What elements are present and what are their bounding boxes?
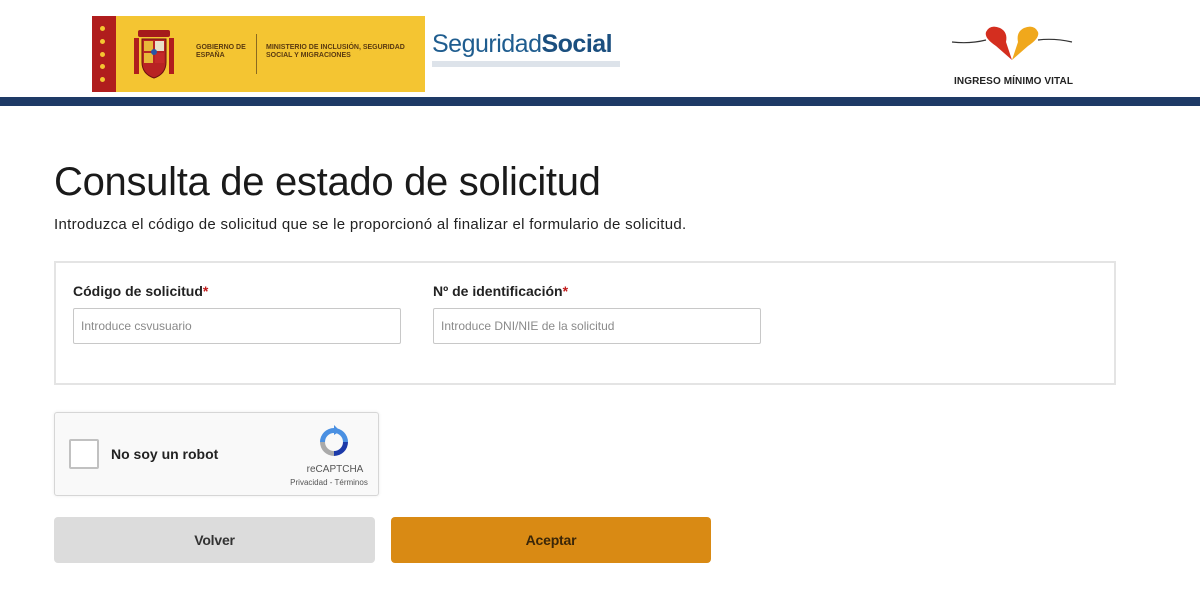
code-input[interactable] [73, 308, 401, 344]
government-name: GOBIERNO DE ESPAÑA [196, 44, 246, 59]
ingreso-minimo-vital-label: INGRESO MÍNIMO VITAL [954, 76, 1074, 87]
accept-button[interactable]: Aceptar [391, 517, 711, 563]
logo-underline [432, 61, 620, 67]
page-subtitle: Introduzca el código de solicitud que se… [54, 216, 687, 233]
code-label: Código de solicitud* [73, 283, 208, 299]
ss-logo-part1: Seguridad [432, 30, 542, 58]
coat-of-arms-icon [134, 30, 174, 79]
ministry-name: MINISTERIO DE INCLUSIÓN, SEGURIDAD SOCIA… [266, 44, 405, 59]
government-logo[interactable]: GOBIERNO DE ESPAÑA MINISTERIO DE INCLUSI… [92, 16, 425, 92]
heart-hands-icon [951, 26, 1073, 61]
site-header: GOBIERNO DE ESPAÑA MINISTERIO DE INCLUSI… [0, 0, 1200, 106]
flag-stripe [92, 16, 116, 92]
header-bar [0, 97, 1200, 106]
recaptcha-icon [320, 425, 348, 456]
recaptcha-label: No soy un robot [111, 446, 219, 462]
form-panel: Código de solicitud* Nº de identificació… [54, 261, 1116, 385]
recaptcha-widget: No soy un robot reCAPTCHA Privacidad - T… [54, 412, 379, 496]
id-input[interactable] [433, 308, 761, 344]
required-mark: * [562, 283, 569, 299]
recaptcha-checkbox[interactable] [69, 439, 99, 469]
recaptcha-links[interactable]: Privacidad - Términos [281, 478, 377, 487]
required-mark: * [202, 283, 209, 299]
back-button[interactable]: Volver [54, 517, 375, 563]
page-title: Consulta de estado de solicitud [54, 160, 601, 204]
divider [256, 34, 257, 74]
ss-logo-part2: Social [541, 30, 613, 58]
id-label: Nº de identificación* [433, 283, 568, 299]
code-label-text: Código de solicitud [73, 283, 203, 299]
recaptcha-brand: reCAPTCHA [306, 464, 364, 475]
seguridad-social-logo[interactable]: SeguridadSocial [432, 30, 613, 59]
id-label-text: Nº de identificación [433, 283, 563, 299]
